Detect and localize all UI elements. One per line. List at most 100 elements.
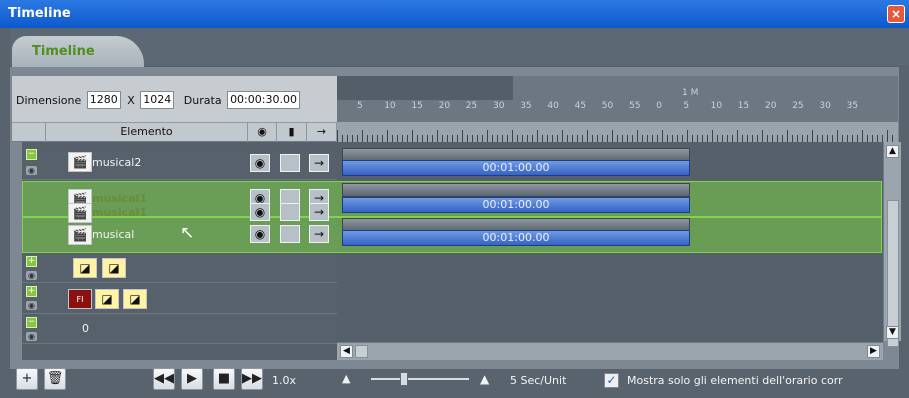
ruler-number: 50 bbox=[601, 101, 614, 111]
ruler-tick bbox=[647, 135, 648, 142]
expand-icon[interactable]: + bbox=[26, 286, 37, 297]
scroll-down-icon[interactable]: ▼ bbox=[886, 326, 899, 339]
ruler-tick bbox=[432, 135, 433, 142]
ruler-tick bbox=[482, 135, 483, 142]
ruler-number: 20 bbox=[438, 101, 451, 111]
delete-icon[interactable]: 🗑 bbox=[44, 368, 66, 390]
ruler-tick bbox=[537, 130, 538, 142]
ruler-tick bbox=[642, 135, 643, 142]
tab-timeline[interactable]: Timeline bbox=[12, 36, 144, 67]
visibility-toggle[interactable]: ◉ bbox=[250, 203, 270, 221]
ruler-number: 45 bbox=[574, 101, 587, 111]
image-thumbnail: ◪ bbox=[73, 258, 97, 278]
ruler-tick bbox=[522, 135, 523, 142]
ruler-tick bbox=[792, 135, 793, 142]
ruler-tick bbox=[627, 135, 628, 142]
rewind-icon[interactable]: ◀◀ bbox=[153, 368, 175, 390]
ruler-tick bbox=[412, 130, 413, 142]
expand-icon[interactable]: + bbox=[26, 256, 37, 267]
timeline-bar-header[interactable] bbox=[342, 183, 690, 197]
ruler-tick bbox=[577, 135, 578, 142]
visibility-toggle[interactable]: ◉ bbox=[250, 154, 270, 172]
zoom-out-icon[interactable]: ▲ bbox=[342, 372, 350, 385]
ruler-tick bbox=[622, 135, 623, 142]
ruler-tick bbox=[887, 130, 888, 142]
arrow-toggle[interactable]: → bbox=[309, 225, 329, 243]
ruler-tick bbox=[657, 135, 658, 142]
fast-forward-icon[interactable]: ▶▶ bbox=[241, 368, 263, 390]
scroll-right-icon[interactable]: ▶ bbox=[867, 345, 880, 358]
ruler-tick bbox=[612, 130, 613, 142]
ruler-number: 10 bbox=[710, 101, 723, 111]
time-ruler bbox=[337, 122, 898, 142]
eye-icon[interactable]: ◉ bbox=[26, 166, 37, 175]
ruler-tick bbox=[452, 135, 453, 142]
arrow-toggle[interactable]: → bbox=[309, 154, 329, 172]
eye-icon[interactable]: ◉ bbox=[26, 332, 37, 341]
visibility-toggle[interactable]: ◉ bbox=[250, 225, 270, 243]
timeline-bar[interactable]: 00:01:00.00 bbox=[342, 230, 690, 246]
ruler-tick bbox=[507, 135, 508, 142]
zoom-slider-thumb[interactable] bbox=[400, 372, 408, 386]
vertical-scrollbar[interactable]: ▲ ▼ bbox=[883, 142, 901, 347]
dimension-label: Dimensione bbox=[16, 93, 82, 107]
height-field[interactable]: 1024 bbox=[140, 91, 175, 109]
add-icon[interactable]: + bbox=[16, 368, 38, 390]
ruler-number: 5 bbox=[357, 101, 363, 111]
ruler-tick bbox=[882, 135, 883, 142]
tab-strip bbox=[10, 28, 909, 65]
ruler-tick bbox=[362, 130, 363, 142]
duration-field[interactable]: 00:00:30.00 bbox=[227, 91, 300, 109]
vertical-scroll-thumb[interactable] bbox=[887, 200, 899, 347]
collapse-icon[interactable]: − bbox=[26, 317, 37, 328]
table-row[interactable]: + ◉ FI ◪ ◪ bbox=[22, 283, 337, 314]
table-row[interactable]: + ◉ ◪ ◪ bbox=[22, 253, 337, 283]
scroll-up-icon[interactable]: ▲ bbox=[886, 145, 899, 158]
lock-toggle[interactable] bbox=[280, 203, 300, 221]
ruler-tick bbox=[372, 135, 373, 142]
lock-toggle[interactable] bbox=[280, 225, 300, 243]
ruler-tick bbox=[692, 135, 693, 142]
ruler-tick bbox=[367, 135, 368, 142]
table-row[interactable]: 🎬 musical ↖ ◉ → bbox=[22, 220, 337, 252]
eye-icon[interactable]: ◉ bbox=[26, 271, 37, 280]
ruler-tick bbox=[802, 135, 803, 142]
image-thumbnail: ◪ bbox=[102, 258, 126, 278]
play-icon[interactable]: ▶ bbox=[181, 368, 203, 390]
width-field[interactable]: 1280 bbox=[86, 91, 121, 109]
ruler-tick bbox=[337, 130, 338, 142]
ruler-tick bbox=[447, 135, 448, 142]
track-name: 0 bbox=[82, 322, 89, 335]
table-row[interactable]: − ◉ 🎬 musical2 ◉ → bbox=[22, 146, 337, 180]
ruler-tick bbox=[582, 135, 583, 142]
ruler-tick bbox=[527, 135, 528, 142]
timeline-window: Timeline × Timeline Dimensione 1280 X 10… bbox=[0, 0, 909, 398]
show-current-time-label: Mostra solo gli elementi dell'orario cor… bbox=[627, 374, 843, 387]
ruler-number: 15 bbox=[737, 101, 750, 111]
ruler-number: 0 bbox=[656, 101, 662, 111]
scroll-left-icon[interactable]: ◀ bbox=[340, 345, 353, 358]
show-current-time-checkbox[interactable]: ✓ bbox=[604, 373, 619, 388]
arrow-toggle[interactable]: → bbox=[309, 203, 329, 221]
ruler-tick bbox=[357, 135, 358, 142]
collapse-icon[interactable]: − bbox=[26, 149, 37, 160]
timeline-bar[interactable]: 00:01:00.00 bbox=[342, 160, 690, 176]
horizontal-scrollbar[interactable]: ◀ ▶ bbox=[337, 342, 883, 360]
timeline-bar[interactable]: 00:01:00.00 bbox=[342, 197, 690, 213]
ruler-tick bbox=[812, 130, 813, 142]
table-row[interactable]: − ◉ 0 bbox=[22, 314, 337, 344]
eye-icon[interactable]: ◉ bbox=[26, 301, 37, 310]
ruler-tick bbox=[777, 135, 778, 142]
horizontal-scroll-thumb[interactable] bbox=[355, 345, 368, 358]
ruler-number: 25 bbox=[465, 101, 478, 111]
image-thumbnail: ◪ bbox=[123, 289, 147, 309]
ruler-number: 55 bbox=[629, 101, 641, 111]
stop-icon[interactable]: ■ bbox=[213, 368, 235, 390]
ruler-tick bbox=[867, 135, 868, 142]
ruler-tick bbox=[847, 135, 848, 142]
zoom-slider[interactable] bbox=[371, 378, 469, 380]
lock-toggle[interactable] bbox=[280, 154, 300, 172]
close-icon[interactable]: × bbox=[887, 5, 905, 23]
ruler-tick bbox=[347, 135, 348, 142]
zoom-in-icon[interactable]: ▲ bbox=[480, 372, 489, 386]
